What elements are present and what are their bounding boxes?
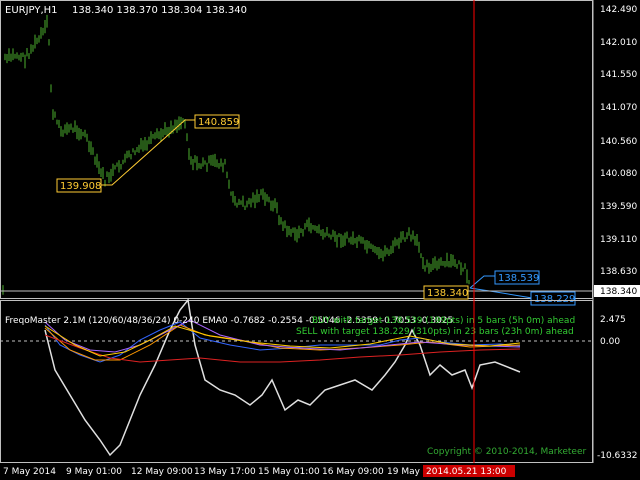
price-tick: 139.110 (600, 235, 637, 245)
price-axis[interactable]: 142.490 142.010 141.550 141.070 140.560 … (592, 0, 640, 463)
time-label: 9 May 01:00 (66, 467, 122, 477)
copyright-text: Copyright © 2010-2014, Marketeer (427, 447, 586, 457)
price-tick: 141.550 (600, 70, 637, 80)
indicator-axis-zero: 0.00 (600, 337, 620, 347)
low-marker-label: 139.908 (60, 181, 101, 192)
price-panel[interactable]: 139.908 140.859 138.340 138.539 138.229 … (0, 0, 593, 306)
indicator-axis-top: 2.475 (600, 315, 626, 325)
forecast-line-down (469, 287, 533, 299)
symbol-title: EURJPY,H1 (5, 5, 58, 16)
forecast-low-label: 138.229 (534, 294, 575, 305)
price-tick: 139.590 (600, 202, 637, 212)
price-tick: 141.070 (600, 103, 637, 113)
cursor-time-label: 2014.05.21 13:00 (426, 467, 507, 477)
forecast-high-label: 138.539 (498, 273, 539, 284)
price-tick: 142.010 (600, 38, 637, 48)
indicator-axis-bottom: -10.6332 (597, 451, 637, 461)
price-tick: 138.630 (600, 267, 637, 277)
price-tick: 140.080 (600, 169, 637, 179)
current-marker-label: 138.340 (427, 288, 468, 299)
zigzag-line (100, 119, 196, 186)
price-tick: 140.560 (600, 137, 637, 147)
price-tick: 142.490 (600, 5, 637, 15)
price-candles (2, 14, 470, 295)
sell-signal-text: SELL with target 138.229 (310pts) in 23 … (296, 327, 574, 337)
ohlc-values: 138.340 138.370 138.304 138.340 (72, 5, 247, 16)
time-label: 15 May 01:00 (258, 467, 320, 477)
buy-signal-text: BUY with target 138.539 (199pts) in 5 ba… (312, 316, 575, 326)
time-label: 13 May 17:00 (194, 467, 256, 477)
high-marker-label: 140.859 (198, 117, 239, 128)
current-price-tag-label: 138.340 (600, 287, 637, 297)
indicator-panel[interactable]: FreqoMaster 2.1M (120/60/48/36/24) 0-240… (0, 298, 637, 463)
trading-chart[interactable]: 139.908 140.859 138.340 138.539 138.229 … (0, 0, 640, 480)
time-axis[interactable]: 7 May 2014 9 May 01:00 12 May 09:00 13 M… (3, 465, 515, 477)
time-label: 12 May 09:00 (131, 467, 193, 477)
time-label: 7 May 2014 (3, 467, 56, 477)
time-label: 16 May 09:00 (322, 467, 384, 477)
